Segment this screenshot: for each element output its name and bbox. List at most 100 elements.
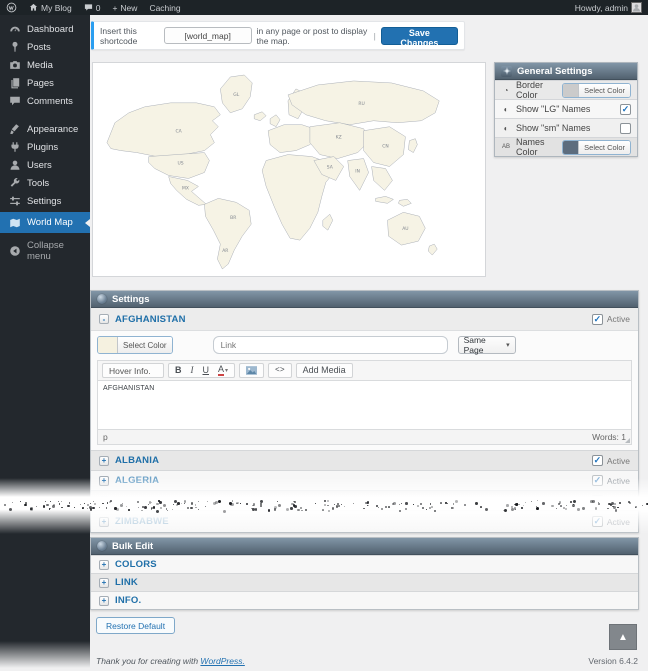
link-target-select[interactable]: Same Page ▾ xyxy=(458,336,516,354)
names-color-picker-button[interactable]: Select Color xyxy=(562,140,631,155)
active-checkbox[interactable]: ✓ xyxy=(592,516,603,527)
sidebar-item-appearance[interactable]: Appearance xyxy=(0,120,90,138)
active-label: Active xyxy=(607,476,630,486)
collapse-toggle[interactable]: - xyxy=(99,314,109,324)
svg-text:SA: SA xyxy=(327,165,334,171)
italic-button[interactable]: I xyxy=(191,366,194,375)
sidebar-item-dashboard[interactable]: Dashboard xyxy=(0,20,90,38)
adminbar-site-link[interactable]: My Blog xyxy=(23,0,78,15)
svg-text:CA: CA xyxy=(175,129,182,135)
adminbar-account-link[interactable]: Howdy, admin xyxy=(569,2,648,13)
wordpress-link[interactable]: WordPress. xyxy=(200,656,244,666)
show-sm-names-checkbox[interactable] xyxy=(620,123,631,134)
scroll-to-top-button[interactable]: ▲ xyxy=(609,624,637,650)
sidebar-item-media[interactable]: Media xyxy=(0,56,90,74)
hover-info-editor[interactable]: AFGHANISTAN xyxy=(97,380,632,430)
sliders-icon xyxy=(9,195,21,207)
bulk-row-link[interactable]: COLORS xyxy=(115,559,157,570)
text-color-button[interactable]: A ▾ xyxy=(218,365,228,376)
save-changes-button[interactable]: Save Changes xyxy=(381,27,458,45)
albania-row: + ALBANIA ✓ Active xyxy=(91,450,638,470)
country-color-picker-button[interactable]: Select Color xyxy=(97,336,173,354)
sidebar-item-label: Settings xyxy=(27,196,61,207)
add-media-button[interactable]: Add Media xyxy=(296,363,353,378)
svg-text:BR: BR xyxy=(230,215,236,221)
country-shapes[interactable] xyxy=(107,75,439,269)
underline-button[interactable]: U xyxy=(203,366,210,375)
caching-label: Caching xyxy=(149,3,180,13)
wordpress-admin-screen: My Blog 0 + New Caching Howdy, admin Das… xyxy=(0,0,648,671)
sidebar-item-label: Plugins xyxy=(27,142,58,153)
settings-panel: Settings - AFGHANISTAN ✓ Active Select C… xyxy=(90,290,639,533)
bulk-row-link[interactable]: LINK xyxy=(115,577,138,588)
active-checkbox[interactable]: ✓ xyxy=(592,455,603,466)
thanks-text: Thank you for creating with xyxy=(96,656,200,666)
world-map-preview[interactable]: GL CA US MX BR AR RU KZ CN IN SA AU xyxy=(93,63,485,276)
collapse-arrow-icon xyxy=(9,245,21,257)
admin-bar: My Blog 0 + New Caching Howdy, admin xyxy=(0,0,648,15)
country-name-link[interactable]: AFGHANISTAN xyxy=(115,314,186,325)
shortcode-input[interactable] xyxy=(164,27,252,44)
adminbar-new-link[interactable]: + New xyxy=(106,0,143,15)
admin-sidebar: Dashboard Posts Media Pages Comments App… xyxy=(0,15,90,671)
code-button[interactable]: <> xyxy=(268,363,292,378)
sidebar-item-world-map[interactable]: World Map xyxy=(0,212,90,233)
country-name-link[interactable]: ALBANIA xyxy=(115,455,159,466)
sidebar-item-tools[interactable]: Tools xyxy=(0,174,90,192)
select-color-label: Select Color xyxy=(579,84,630,97)
image-icon xyxy=(246,366,257,375)
bulk-row-link[interactable]: INFO. xyxy=(115,595,141,606)
pages-icon xyxy=(9,77,21,89)
selected-option: Same Page xyxy=(464,335,506,355)
sidebar-item-posts[interactable]: Posts xyxy=(0,38,90,56)
adminbar-caching-link[interactable]: Caching xyxy=(143,0,186,15)
expand-toggle[interactable]: + xyxy=(99,456,109,466)
link-input[interactable] xyxy=(213,336,448,354)
sidebar-item-plugins[interactable]: Plugins xyxy=(0,138,90,156)
expand-toggle[interactable]: + xyxy=(99,560,109,570)
adminbar-comments-link[interactable]: 0 xyxy=(78,0,107,15)
sidebar-item-comments[interactable]: Comments xyxy=(0,92,90,110)
sidebar-item-label: Dashboard xyxy=(27,24,73,35)
show-lg-names-checkbox[interactable]: ✓ xyxy=(620,104,631,115)
border-color-picker-button[interactable]: Select Color xyxy=(562,83,631,98)
active-checkbox[interactable]: ✓ xyxy=(592,314,603,325)
expand-toggle[interactable]: + xyxy=(99,496,109,506)
active-checkbox[interactable]: ✓ xyxy=(592,495,603,506)
country-name-link[interactable]: ALGERIA xyxy=(115,475,159,486)
shortcode-notice: Insert this shortcode in any page or pos… xyxy=(91,21,465,50)
country-color-swatch xyxy=(98,337,118,353)
svg-text:RU: RU xyxy=(358,101,364,107)
bulk-edit-title: Bulk Edit xyxy=(112,541,153,552)
plug-icon xyxy=(9,141,21,153)
expand-toggle[interactable]: + xyxy=(99,578,109,588)
active-checkbox[interactable]: ✓ xyxy=(592,475,603,486)
contrast-icon: ◐ xyxy=(501,124,511,133)
svg-text:US: US xyxy=(177,161,183,167)
angola-row: + ANGOLA ✓ Active xyxy=(91,490,638,510)
sidebar-item-settings[interactable]: Settings xyxy=(0,192,90,210)
svg-text:CN: CN xyxy=(382,144,388,150)
restore-default-button[interactable]: Restore Default xyxy=(96,617,175,634)
border-color-swatch xyxy=(563,84,579,97)
insert-image-button[interactable] xyxy=(239,363,264,378)
sidebar-item-pages[interactable]: Pages xyxy=(0,74,90,92)
border-color-label: Border Color xyxy=(516,80,557,100)
sidebar-item-users[interactable]: Users xyxy=(0,156,90,174)
globe-icon xyxy=(97,294,107,304)
sidebar-collapse-menu[interactable]: Collapse menu xyxy=(0,242,90,260)
expand-toggle[interactable]: + xyxy=(99,476,109,486)
editor-status-bar: p Words: 1 xyxy=(97,430,632,445)
text-color-a: A xyxy=(218,365,224,376)
wordpress-logo-menu[interactable] xyxy=(0,0,23,15)
afghanistan-row: - AFGHANISTAN ✓ Active xyxy=(91,308,638,330)
resize-grip[interactable] xyxy=(625,438,630,443)
howdy-text: Howdy, admin xyxy=(575,3,628,13)
chevron-down-icon: ▾ xyxy=(225,368,228,374)
bold-button[interactable]: B xyxy=(175,366,182,375)
country-name-link[interactable]: ANGOLA xyxy=(115,495,157,506)
expand-toggle[interactable]: + xyxy=(99,596,109,606)
plus-icon: + xyxy=(112,3,117,13)
country-name-link[interactable]: ZIMBABWE xyxy=(115,516,169,527)
expand-toggle[interactable]: + xyxy=(99,517,109,527)
